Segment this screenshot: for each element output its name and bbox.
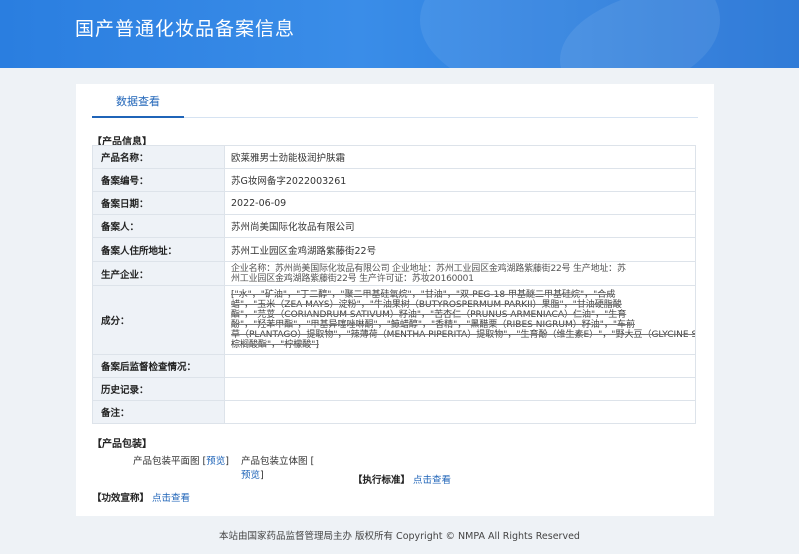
ingredients-line: ["水"，"矿油"，"丁二醇"，"聚二甲基硅氧烷"，"甘油"，"双-PEG-18…: [231, 290, 616, 300]
packaging-flat-preview-link[interactable]: 预览: [206, 456, 225, 467]
table-row: 生产企业： 企业名称：苏州尚美国际化妆品有限公司 企业地址：苏州工业园区金鸡湖路…: [92, 261, 696, 286]
content-card: 数据查看 【产品信息】 产品名称： 欧莱雅男士劲能极润护肤霜 备案编号： 苏G妆…: [76, 84, 714, 516]
table-row: 成分： ["水"，"矿油"，"丁二醇"，"聚二甲基硅氧烷"，"甘油"，"双-PE…: [92, 285, 696, 355]
footer-copyright: 本站由国家药品监督管理局主办 版权所有 Copyright © NMPA All…: [219, 531, 580, 542]
bracket: [: [310, 456, 315, 467]
packaging-flat: 产品包装平面图 [预览]: [133, 453, 229, 467]
efficacy-label: 【功效宣称】: [92, 493, 150, 504]
bracket: ]: [260, 470, 264, 481]
packaging-flat-label: 产品包装平面图: [133, 456, 200, 467]
ingredients-line: 草（PLANTAGO）提取物"，"辣薄荷（MENTHA PIPERITA）提取物…: [231, 330, 695, 340]
row-label: 备案编号：: [92, 168, 225, 192]
row-label: 历史记录：: [92, 377, 225, 401]
table-row: 备案人： 苏州尚美国际化妆品有限公司: [92, 214, 696, 238]
ingredients-value: ["水"，"矿油"，"丁二醇"，"聚二甲基硅氧烷"，"甘油"，"双-PEG-18…: [224, 285, 696, 355]
table-row: 历史记录：: [92, 377, 696, 401]
tab-bar: 数据查看: [92, 84, 698, 118]
tab-data-view[interactable]: 数据查看: [92, 94, 184, 118]
table-row: 备案后监督检查情况：: [92, 354, 696, 378]
inspection-value: [224, 354, 696, 378]
manufacturer-line: 企业名称：苏州尚美国际化妆品有限公司 企业地址：苏州工业园区金鸡湖路紫藤街22号…: [231, 263, 626, 274]
row-label: 成分：: [92, 285, 225, 355]
standard-label: 【执行标准】: [353, 475, 411, 486]
row-label: 备注：: [92, 400, 225, 424]
efficacy-view-link[interactable]: 点击查看: [152, 493, 190, 504]
history-value: [224, 377, 696, 401]
bracket: ]: [225, 456, 229, 467]
row-label: 备案人住所地址：: [92, 237, 225, 262]
page-header: 国产普通化妆品备案信息: [0, 0, 799, 68]
product-info-table: 产品名称： 欧莱雅男士劲能极润护肤霜 备案编号： 苏G妆网备字202200326…: [92, 145, 696, 424]
ingredients-line: 棕榈酸酯"，"柠檬酸"]: [231, 340, 319, 350]
manufacturer-line: 州工业园区金鸡湖路紫藤街22号 生产许可证：苏妆20160001: [231, 273, 474, 284]
ingredients-line: 酯"，"芫荽（CORIANDRUM SATIVUM）籽油"，"苦杏仁（PRUNU…: [231, 310, 627, 320]
packaging-solid-label: 产品包装立体图: [241, 456, 308, 467]
row-label: 备案人：: [92, 214, 225, 238]
table-row: 备案编号： 苏G妆网备字2022003261: [92, 168, 696, 192]
ingredients-line: 蜡"，"玉米（ZEA MAYS）淀粉"，"牛油果树（BUTYROSPERMUM …: [231, 300, 622, 310]
table-row: 备注：: [92, 400, 696, 424]
packaging-solid-preview-link[interactable]: 预览: [241, 470, 260, 481]
packaging-heading: 【产品包装】: [92, 439, 152, 450]
remarks-value: [224, 400, 696, 424]
standard-view-link[interactable]: 点击查看: [413, 475, 451, 486]
table-row: 备案日期： 2022-06-09: [92, 191, 696, 215]
registrant-address-value: 苏州工业园区金鸡湖路紫藤街22号: [224, 237, 696, 262]
page-title: 国产普通化妆品备案信息: [75, 18, 296, 40]
packaging-solid-link-row: 预览]: [241, 467, 264, 481]
filing-date-value: 2022-06-09: [224, 191, 696, 215]
table-row: 备案人住所地址： 苏州工业园区金鸡湖路紫藤街22号: [92, 237, 696, 262]
row-label: 备案后监督检查情况：: [92, 354, 225, 378]
product-name-value: 欧莱雅男士劲能极润护肤霜: [224, 145, 696, 169]
table-row: 产品名称： 欧莱雅男士劲能极润护肤霜: [92, 145, 696, 169]
registrant-value: 苏州尚美国际化妆品有限公司: [224, 214, 696, 238]
row-label: 备案日期：: [92, 191, 225, 215]
ingredients-line: 酚"，"羟苯甲酯"，"甲基异噻唑啉酮"，"鲸蜡醇"，"香精"，"黑醋栗（RIBE…: [231, 320, 635, 330]
efficacy: 【功效宣称】 点击查看: [92, 490, 190, 504]
packaging-solid: 产品包装立体图 [: [241, 453, 314, 467]
standard: 【执行标准】 点击查看: [353, 472, 451, 486]
row-label: 产品名称：: [92, 145, 225, 169]
manufacturer-value: 企业名称：苏州尚美国际化妆品有限公司 企业地址：苏州工业园区金鸡湖路紫藤街22号…: [224, 261, 696, 286]
row-label: 生产企业：: [92, 261, 225, 286]
filing-number-value: 苏G妆网备字2022003261: [224, 168, 696, 192]
